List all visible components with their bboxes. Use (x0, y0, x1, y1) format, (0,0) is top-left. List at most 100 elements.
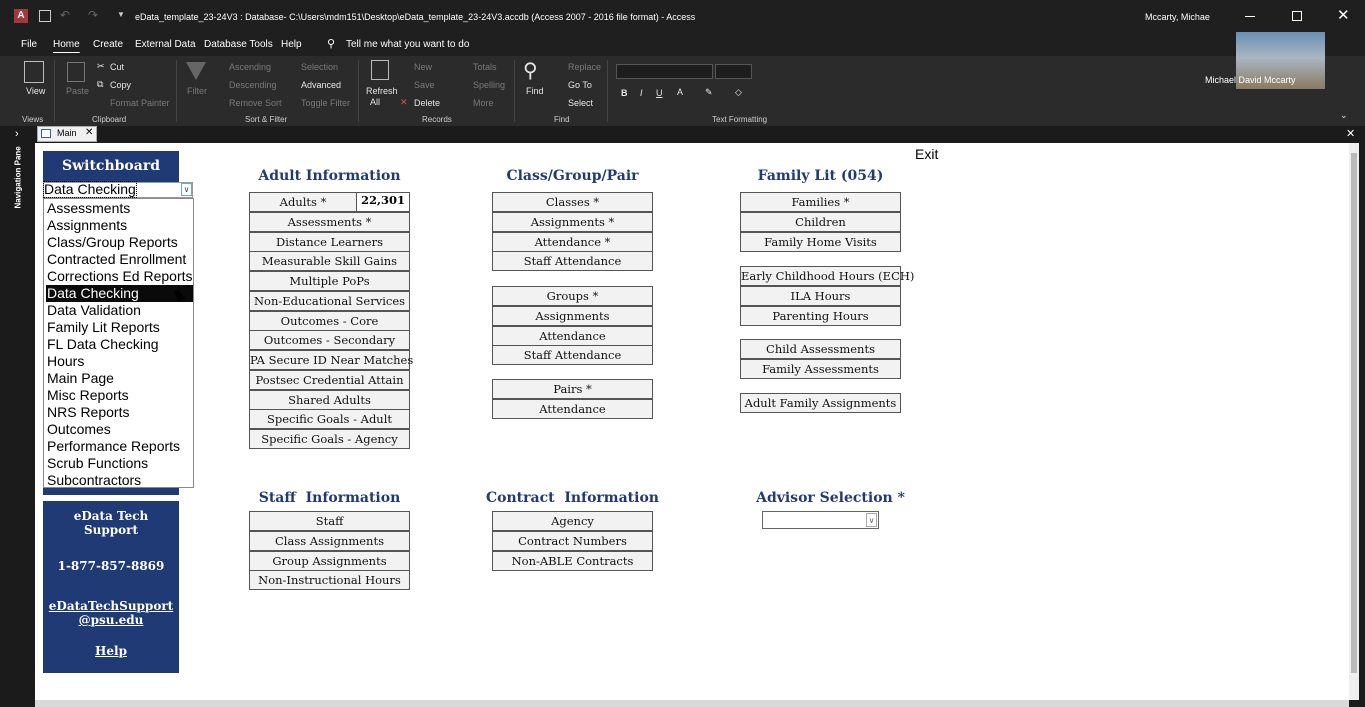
contract-info-button[interactable]: Agency (492, 511, 653, 531)
class-button[interactable]: Attendance * (492, 231, 653, 252)
filter-button[interactable]: Filter (187, 86, 207, 96)
adult-info-button[interactable]: Outcomes - Secondary (249, 330, 410, 351)
dropdown-option[interactable]: Assessments (46, 200, 193, 217)
font-color-icon[interactable]: A (677, 87, 683, 97)
vertical-scrollbar[interactable] (1349, 143, 1359, 700)
underline-button[interactable]: U (656, 88, 663, 98)
highlight-icon[interactable]: ✎ (705, 87, 713, 98)
dropdown-option[interactable]: Subcontractors (46, 472, 193, 489)
adult-info-button[interactable]: Adults * (249, 192, 357, 212)
staff-info-button[interactable]: Non-Instructional Hours (249, 570, 410, 591)
adult-info-button[interactable]: Measurable Skill Gains (249, 251, 410, 272)
scroll-thumb[interactable] (1351, 153, 1357, 673)
copy-button[interactable]: Copy (110, 80, 131, 90)
group-button[interactable]: Groups * (492, 286, 653, 306)
tell-me-search[interactable]: Tell me what you want to do (346, 39, 469, 50)
dropdown-option[interactable]: FL Data Checking (46, 336, 193, 353)
ascending-button[interactable]: Ascending (229, 62, 271, 72)
help-link[interactable]: Help (43, 644, 179, 658)
close-button[interactable]: ✕ (1337, 6, 1350, 24)
family-assessment-button[interactable]: Child Assessments (740, 339, 901, 359)
family-button[interactable]: Families * (740, 192, 901, 212)
dropdown-option[interactable]: Family Lit Reports (46, 319, 193, 336)
more-button[interactable]: More (473, 98, 494, 108)
toggle-filter-button[interactable]: Toggle Filter (301, 98, 350, 108)
group-button[interactable]: Attendance (492, 325, 653, 346)
family-button[interactable]: Children (740, 211, 901, 232)
adult-info-button[interactable]: Outcomes - Core (249, 310, 410, 331)
dropdown-option[interactable]: Scrub Functions (46, 455, 193, 472)
adult-info-button[interactable]: Non-Educational Services (249, 290, 410, 311)
support-email-link-2[interactable]: @psu.edu (43, 613, 179, 627)
expand-nav-icon[interactable]: › (15, 128, 19, 140)
adult-info-button[interactable]: Assessments * (249, 211, 410, 232)
advanced-button[interactable]: Advanced (301, 80, 341, 90)
group-button[interactable]: Assignments (492, 305, 653, 326)
class-button[interactable]: Staff Attendance (492, 251, 653, 272)
support-email-link-1[interactable]: eDataTechSupport (43, 599, 179, 613)
delete-button[interactable]: Delete (414, 98, 440, 108)
dropdown-option[interactable]: Data Checking (46, 285, 193, 302)
descending-button[interactable]: Descending (229, 80, 277, 90)
cut-button[interactable]: Cut (110, 62, 124, 72)
find-button[interactable]: Find (526, 86, 544, 96)
totals-button[interactable]: Totals (473, 62, 497, 72)
goto-button[interactable]: Go To (568, 80, 592, 90)
adult-info-button[interactable]: Postsec Credential Attain (249, 369, 410, 390)
adult-info-button[interactable]: Specific Goals - Agency (249, 429, 410, 449)
pair-button[interactable]: Attendance (492, 398, 653, 419)
tab-help[interactable]: Help (281, 39, 302, 50)
customize-qat-icon[interactable]: ▼ (117, 10, 125, 19)
dropdown-option[interactable]: NRS Reports (46, 404, 193, 421)
view-button[interactable]: View (26, 86, 45, 96)
tab-file[interactable]: File (21, 39, 37, 50)
undo-icon[interactable]: ↶ (60, 8, 70, 22)
dropdown-option[interactable]: Main Page (46, 370, 193, 387)
tab-create[interactable]: Create (93, 39, 123, 50)
class-button[interactable]: Assignments * (492, 211, 653, 232)
family-hours-button[interactable]: Parenting Hours (740, 305, 901, 326)
spelling-button[interactable]: Spelling (473, 80, 505, 90)
dropdown-option[interactable]: Misc Reports (46, 387, 193, 404)
font-size-combo[interactable] (715, 64, 752, 79)
restore-button[interactable] (1292, 11, 1302, 21)
redo-icon[interactable]: ↷ (88, 8, 98, 22)
select-button[interactable]: Select (568, 98, 593, 108)
staff-info-button[interactable]: Staff (249, 511, 410, 531)
family-hours-button[interactable]: ILA Hours (740, 285, 901, 306)
save-record-button[interactable]: Save (414, 80, 435, 90)
dropdown-option[interactable]: Contracted Enrollment (46, 251, 193, 268)
refresh-all-sub[interactable]: All (370, 97, 380, 107)
adult-family-assignments-button[interactable]: Adult Family Assignments (740, 393, 901, 413)
selection-button[interactable]: Selection (301, 62, 338, 72)
minimize-button[interactable] (1245, 16, 1255, 17)
replace-button[interactable]: Replace (568, 62, 601, 72)
adult-info-button[interactable]: PA Secure ID Near Matches (249, 350, 413, 370)
chevron-down-icon[interactable]: ∨ (181, 183, 192, 196)
family-assessment-button[interactable]: Family Assessments (740, 358, 901, 379)
navigation-pane[interactable]: › Navigation Pane (0, 126, 34, 707)
new-record-button[interactable]: New (414, 62, 432, 72)
staff-info-button[interactable]: Class Assignments (249, 530, 410, 551)
contract-info-button[interactable]: Contract Numbers (492, 530, 653, 551)
family-button[interactable]: Family Home Visits (740, 231, 901, 252)
class-button[interactable]: Classes * (492, 192, 653, 212)
tab-close-icon[interactable]: ✕ (85, 127, 93, 138)
pair-button[interactable]: Pairs * (492, 379, 653, 399)
horizontal-scrollbar[interactable] (35, 700, 1349, 707)
staff-info-button[interactable]: Group Assignments (249, 550, 410, 571)
adult-info-button[interactable]: Multiple PoPs (249, 271, 410, 291)
group-button[interactable]: Staff Attendance (492, 345, 653, 366)
paste-button[interactable]: Paste (66, 86, 89, 96)
dropdown-option[interactable]: Corrections Ed Reports (46, 268, 193, 285)
adult-info-button[interactable]: Shared Adults (249, 389, 410, 410)
dropdown-option[interactable]: Performance Reports (46, 438, 193, 455)
save-icon[interactable] (39, 10, 51, 22)
bold-button[interactable]: B (621, 88, 628, 98)
dropdown-option[interactable]: Hours (46, 353, 193, 370)
refresh-all-button[interactable]: Refresh (366, 86, 398, 96)
font-name-combo[interactable] (616, 64, 713, 79)
format-painter-button[interactable]: Format Painter (110, 98, 170, 108)
remove-sort-button[interactable]: Remove Sort (229, 98, 282, 108)
advisor-selection-combo[interactable] (762, 511, 879, 529)
